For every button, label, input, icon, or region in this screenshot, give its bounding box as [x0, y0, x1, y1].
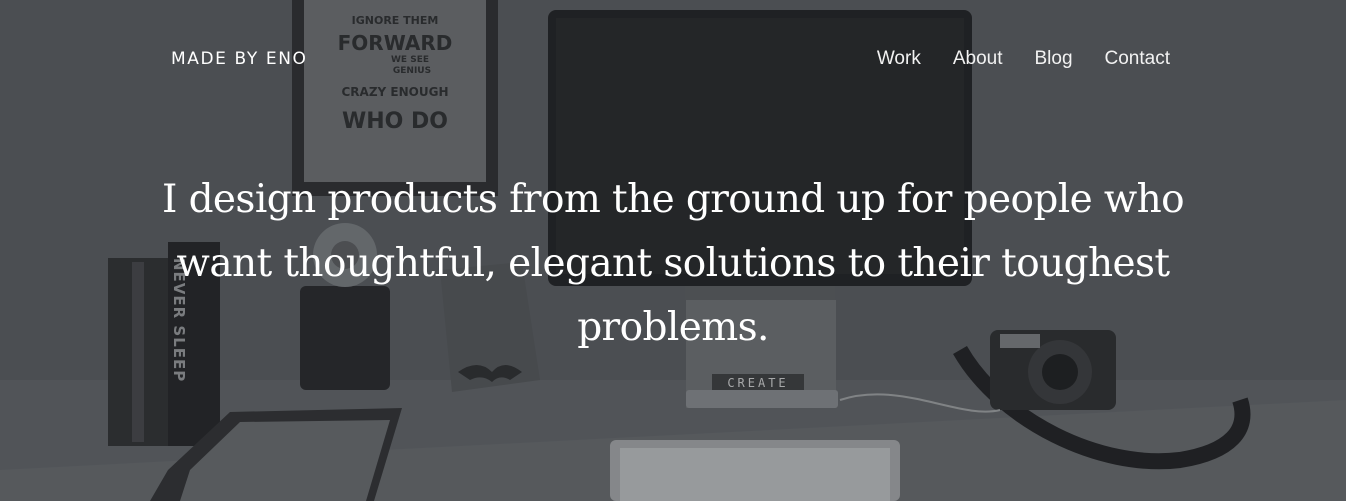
site-header: MADE BY ENO Work About Blog Contact: [0, 0, 1346, 120]
brand-logo-link[interactable]: MADE BY ENO: [171, 49, 308, 69]
nav-link-about[interactable]: About: [953, 48, 1003, 70]
hero-headline: I design products from the ground up for…: [161, 177, 1185, 350]
nav-item-work: Work: [845, 48, 921, 70]
nav-link-work[interactable]: Work: [877, 48, 921, 70]
nav-item-about: About: [921, 48, 1003, 70]
nav-link-blog[interactable]: Blog: [1034, 48, 1072, 70]
nav-item-blog: Blog: [1002, 48, 1072, 70]
nav-item-contact: Contact: [1073, 48, 1170, 70]
nav-link-contact[interactable]: Contact: [1105, 48, 1170, 70]
nav-menu: Work About Blog Contact: [845, 48, 1170, 70]
hero-section: IGNORE THEM FORWARD WE SEE GENIUS CRAZY …: [0, 0, 1346, 501]
